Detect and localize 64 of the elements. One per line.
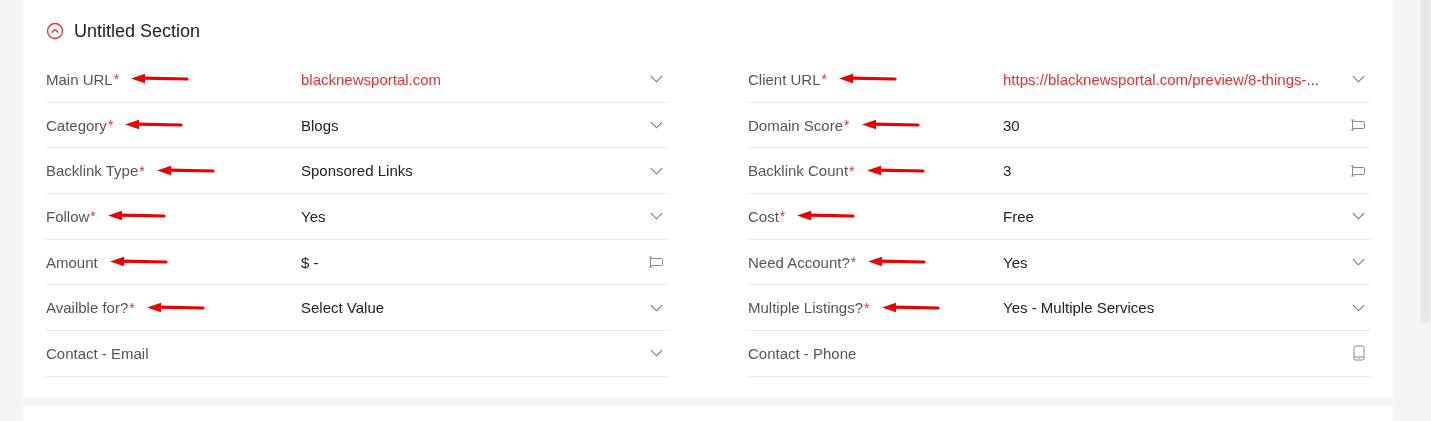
field-label: Backlink Type bbox=[46, 162, 139, 180]
chevron-down-icon[interactable] bbox=[1352, 258, 1365, 267]
required-mark: * bbox=[129, 299, 135, 316]
form-field[interactable]: Need Account?* Yes bbox=[748, 239, 1370, 286]
required-mark: * bbox=[821, 71, 827, 88]
chevron-down-icon[interactable] bbox=[1352, 212, 1365, 221]
form-field[interactable]: Backlink Count* 3 bbox=[748, 148, 1370, 195]
field-label: Availble for? bbox=[46, 299, 129, 317]
form-field[interactable]: Main URL* blacknewsportal.com bbox=[46, 57, 668, 103]
field-value: Yes - Multiple Services bbox=[1003, 299, 1155, 317]
chevron-down-icon[interactable] bbox=[650, 212, 663, 221]
chevron-down-icon[interactable] bbox=[1352, 303, 1365, 312]
required-mark: * bbox=[850, 254, 857, 271]
form-field[interactable]: Contact - Phone bbox=[748, 331, 1370, 377]
form-field[interactable]: Availble for?* Select Value bbox=[46, 285, 668, 332]
field-value: Free bbox=[1003, 207, 1034, 225]
required-mark: * bbox=[90, 208, 96, 225]
field-label: Amount bbox=[46, 253, 98, 271]
required-mark: * bbox=[844, 117, 850, 134]
form-field[interactable]: Multiple Listings?* Yes - Multiple Services bbox=[748, 285, 1370, 332]
field-value: Sponsored Links bbox=[301, 162, 413, 180]
ellipsis: ... bbox=[1306, 70, 1319, 88]
field-label: Main URL bbox=[46, 70, 113, 88]
form-field[interactable]: Amount $ - bbox=[46, 239, 668, 286]
field-label: Category bbox=[46, 116, 107, 134]
field-value: Yes bbox=[1003, 253, 1028, 271]
form-field[interactable]: Contact - Email bbox=[46, 331, 668, 377]
chevron-down-icon[interactable] bbox=[650, 303, 663, 312]
field-label: Need Account? bbox=[748, 253, 850, 271]
chevron-down-icon[interactable] bbox=[650, 121, 663, 130]
required-mark: * bbox=[107, 117, 114, 134]
collapse-icon[interactable] bbox=[46, 22, 64, 40]
form-field[interactable]: Domain Score* 30 bbox=[748, 102, 1370, 149]
field-label: Contact - Email bbox=[46, 344, 149, 362]
chevron-down-icon[interactable] bbox=[650, 166, 663, 175]
form-field[interactable]: Backlink Type* Sponsored Links bbox=[46, 148, 668, 195]
form-field[interactable]: Client URL* https://blacknewsportal.com/preview/8-things-... bbox=[748, 57, 1370, 103]
field-value: Select Value bbox=[301, 299, 385, 317]
field-label: Contact - Phone bbox=[748, 344, 857, 362]
field-value: Yes bbox=[301, 207, 326, 225]
field-value: 3 bbox=[1003, 162, 1012, 180]
field-label: Follow bbox=[46, 207, 90, 225]
url-link[interactable]: blacknewsportal.com bbox=[301, 70, 442, 88]
form-field[interactable]: Follow* Yes bbox=[46, 194, 668, 240]
field-value: 30 bbox=[1003, 116, 1020, 134]
url-link[interactable]: https://blacknewsportal.com/preview/8-things- bbox=[1003, 70, 1307, 88]
field-value: $ - bbox=[301, 253, 319, 271]
chevron-down-icon[interactable] bbox=[650, 75, 663, 84]
form-field[interactable]: Category* Blogs bbox=[46, 102, 668, 149]
required-mark: * bbox=[849, 162, 855, 179]
chevron-down-icon[interactable] bbox=[650, 349, 663, 358]
field-label: Multiple Listings? bbox=[748, 299, 864, 317]
section-title: Untitled Section bbox=[74, 20, 201, 42]
chevron-down-icon[interactable] bbox=[1352, 75, 1365, 84]
form-field[interactable]: Cost* Free bbox=[748, 194, 1370, 240]
required-mark: * bbox=[139, 162, 145, 179]
required-mark: * bbox=[864, 299, 870, 316]
field-label: Client URL bbox=[748, 70, 821, 88]
field-label: Cost bbox=[748, 207, 779, 225]
required-mark: * bbox=[113, 71, 120, 88]
field-label: Backlink Count bbox=[748, 162, 849, 180]
field-value: Blogs bbox=[301, 116, 339, 134]
required-mark: * bbox=[779, 208, 786, 225]
field-label: Domain Score bbox=[748, 116, 844, 134]
